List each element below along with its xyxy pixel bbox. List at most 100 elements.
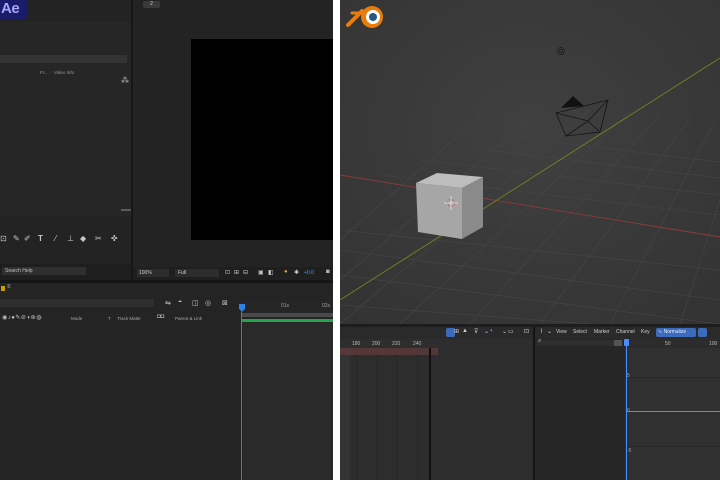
menu-select[interactable]: Select	[573, 329, 587, 335]
graph-region[interactable]	[625, 339, 720, 480]
channel-search-input[interactable]	[537, 340, 620, 346]
work-area-bar[interactable]	[241, 313, 333, 317]
composition-canvas[interactable]	[191, 39, 333, 240]
composition-flowchart-icon[interactable]: ⇋	[165, 299, 171, 307]
channel-filter-button[interactable]	[614, 340, 622, 346]
ruler-tick: 180	[352, 341, 361, 347]
dope-sheet-ruler[interactable]: 180 200 220 240	[340, 339, 533, 348]
ruler-tick: 240	[413, 341, 422, 347]
editor-type-icon[interactable]: ⌇	[540, 328, 543, 335]
draft-3d-icon[interactable]: ◓	[178, 299, 182, 306]
column-mode[interactable]: Mode	[71, 316, 82, 321]
settings-gear-icon[interactable]: ✱	[294, 269, 299, 276]
type-tool-icon[interactable]: T	[38, 234, 43, 243]
project-scrollbar[interactable]	[121, 209, 131, 211]
roto-brush-icon[interactable]: ✂	[95, 234, 102, 243]
graph-editor-icon[interactable]: ⊠	[222, 299, 228, 307]
exposure-value[interactable]: +0.0	[304, 270, 314, 276]
box-select-icon[interactable]: ⊞	[454, 328, 459, 335]
timeline-search-input[interactable]	[0, 299, 154, 307]
region-of-interest-icon[interactable]: ⊡	[225, 269, 230, 276]
3d-viewport[interactable]	[340, 0, 720, 324]
normalize-label: Normalize	[663, 329, 687, 335]
column-track-matte[interactable]: Track Matte	[117, 316, 141, 321]
composition-tab[interactable]: 2	[143, 1, 160, 8]
current-time-line	[241, 312, 242, 480]
show-snapshot-icon[interactable]: ◧	[268, 269, 274, 276]
blender-window: ⊞ ▲ ⊽ ⌄ ◐ ⌄ ▭ ⊡ ⌇ ⌄ View Select Marker C…	[340, 0, 720, 480]
rectangle-tool-icon[interactable]: ⊡	[0, 234, 7, 243]
scene-end-marker	[429, 348, 431, 480]
proportional-edit-icon[interactable]: ◐	[490, 328, 494, 334]
column-t[interactable]: T	[108, 316, 111, 321]
transparency-grid-icon[interactable]: ⊞	[234, 269, 239, 276]
timeline-track-area[interactable]	[243, 322, 333, 480]
mask-visibility-icon[interactable]: ⊟	[243, 269, 248, 276]
graph-value-label: 5	[627, 373, 630, 379]
camera-icon[interactable]: ◙	[326, 269, 330, 275]
ruler-tick: 01s	[281, 303, 290, 309]
graph-gridline	[627, 446, 720, 447]
graph-value-label: -5	[627, 448, 632, 454]
auto-normalize-button[interactable]	[698, 328, 707, 337]
menu-channel[interactable]: Channel	[616, 329, 635, 335]
clone-stamp-icon[interactable]: ⊥	[67, 234, 74, 243]
menu-view[interactable]: View	[556, 329, 567, 335]
editor-type-chevron-icon[interactable]: ⌄	[547, 328, 552, 335]
ruler-tick: 220	[392, 341, 401, 347]
project-panel	[0, 22, 131, 216]
blender-logo	[346, 6, 383, 28]
brush-tool-icon[interactable]: ✐	[24, 234, 31, 243]
graph-gridline	[627, 377, 720, 378]
search-help-input[interactable]: Search Help	[2, 267, 86, 275]
fcurve-line[interactable]	[627, 411, 720, 412]
ae-logo-text: Ae	[1, 0, 20, 17]
channel-region	[535, 339, 625, 480]
parent-pick-whip-icon[interactable]: ◘◘	[157, 314, 164, 320]
column-video-info[interactable]: Video Info	[54, 70, 74, 75]
snapshot-icon[interactable]: ▣	[258, 269, 264, 276]
ruler-tick: 200	[372, 341, 381, 347]
playhead[interactable]	[624, 339, 629, 346]
dope-sheet-channel-strip	[340, 348, 350, 480]
warning-icon[interactable]: ▲	[462, 328, 468, 334]
frame-blending-icon[interactable]: ◫	[192, 299, 199, 307]
overlay-icon[interactable]: ▭	[508, 328, 514, 335]
split-divider	[333, 0, 340, 480]
ae-logo: Ae	[0, 0, 27, 20]
default-cube[interactable]	[416, 173, 483, 239]
graph-ruler[interactable]: 50 100	[625, 339, 720, 348]
motion-blur-icon[interactable]: ◎	[205, 299, 211, 307]
ruler-tick: 100	[709, 341, 718, 347]
tools-panel: ⊡ ✎ ✐ T ⁄ ⊥ ◆ ✂ ✜	[0, 232, 131, 250]
layer-switch-icons[interactable]: ◉♪●✎⊘◑⊛◍	[2, 314, 42, 321]
search-icon: ⌕	[538, 338, 542, 344]
project-column-header: Fr... Video Info	[0, 68, 131, 78]
puppet-tool-icon[interactable]: ✜	[111, 234, 118, 243]
normalize-toggle[interactable]: ∿ Normalize	[656, 328, 696, 337]
paint-brush-icon[interactable]: ⁄	[55, 234, 56, 243]
ruler-tick: 50	[665, 341, 671, 347]
color-channel-icon[interactable]: ●	[284, 269, 288, 275]
extra-options-icon[interactable]: ⊡	[524, 328, 529, 335]
resolution-dropdown[interactable]: Full	[175, 269, 219, 277]
after-effects-window: Ae Fr... Video Info ⁂ ⊡ ✎ ✐ T ⁄ ⊥ ◆ ✂ ✜ …	[0, 0, 333, 480]
dope-sheet-gridlines	[356, 355, 419, 480]
column-parent-link[interactable]: Parent & Link	[175, 316, 202, 321]
layer-column-header: ◉♪●✎⊘◑⊛◍ Mode T Track Matte ◘◘ Parent & …	[0, 313, 240, 323]
timeline-tab-color-label	[1, 286, 5, 291]
zoom-dropdown[interactable]: 100%	[137, 269, 169, 277]
filter-icon[interactable]: ⊽	[474, 328, 478, 335]
flowchart-icon[interactable]: ⁂	[121, 76, 129, 85]
ruler-tick: 02s	[322, 303, 331, 309]
eraser-tool-icon[interactable]: ◆	[80, 234, 86, 243]
column-frame-rate[interactable]: Fr...	[40, 70, 48, 75]
timeline-tab[interactable]: ≡	[7, 284, 11, 290]
snap-dropdown-icon[interactable]: ⌄	[502, 328, 507, 335]
menu-key[interactable]: Key	[641, 329, 650, 335]
pen-tool-icon[interactable]: ✎	[13, 234, 20, 243]
chevron-down-icon[interactable]: ⌄	[484, 328, 489, 335]
menu-marker[interactable]: Marker	[594, 329, 610, 335]
project-search-input[interactable]	[0, 55, 127, 63]
playhead-line	[626, 346, 627, 480]
